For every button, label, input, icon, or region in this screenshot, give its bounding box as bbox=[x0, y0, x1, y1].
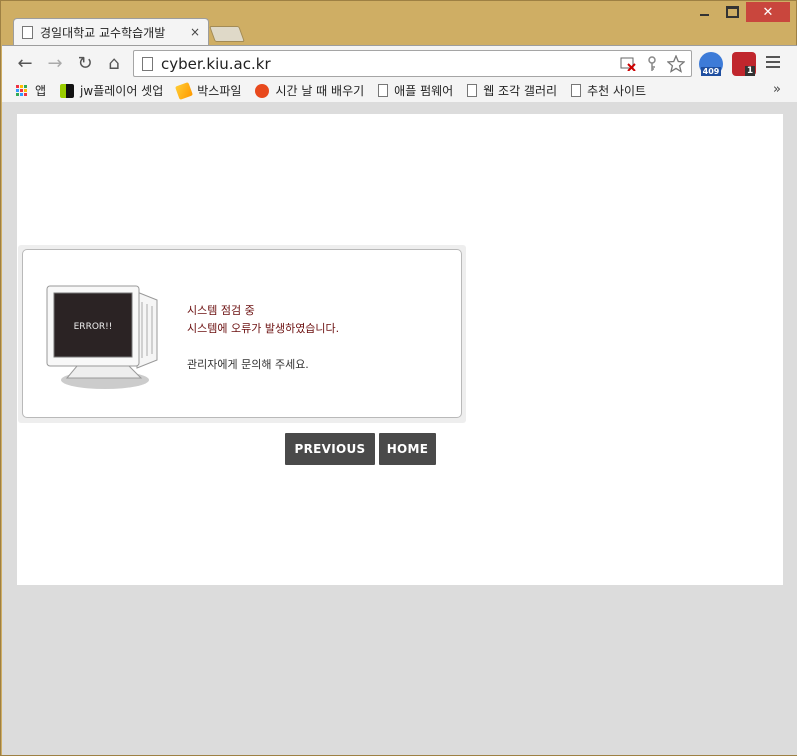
bookmarks-bar: 앱 jw플레이어 셋업 박스파일 시간 날 때 배우기 애플 펌웨어 웹 조각 … bbox=[2, 79, 797, 103]
key-icon[interactable] bbox=[643, 55, 661, 73]
address-bar[interactable]: cyber.kiu.ac.kr bbox=[133, 50, 692, 77]
window-controls: ✕ bbox=[690, 2, 790, 22]
previous-button[interactable]: PREVIOUS bbox=[285, 433, 375, 465]
page-icon bbox=[22, 25, 33, 39]
extension-badge: 409 bbox=[700, 67, 722, 76]
bookmark-item[interactable]: 웹 조각 갤러리 bbox=[467, 82, 557, 99]
browser-window: ✕ 경일대학교 교수학습개발 × ← → ↻ ⌂ cyber.kiu.ac.kr bbox=[0, 0, 797, 756]
blocked-popup-icon[interactable] bbox=[619, 55, 637, 73]
monitor-error-text: ERROR!! bbox=[74, 322, 113, 332]
reload-button[interactable]: ↻ bbox=[74, 52, 96, 74]
bookmark-label: 웹 조각 갤러리 bbox=[483, 84, 558, 98]
bookmark-label: 앱 bbox=[35, 84, 47, 98]
page-content: ERROR!! 시스템 점검 중 시스템에 오류가 발생하였습니다. 관리자에게… bbox=[17, 114, 783, 585]
page-viewport: ERROR!! 시스템 점검 중 시스템에 오류가 발생하였습니다. 관리자에게… bbox=[2, 103, 797, 755]
bookmark-label: 시간 날 때 배우기 bbox=[275, 84, 365, 98]
error-monitor-icon: ERROR!! bbox=[46, 285, 158, 389]
bookmark-item[interactable]: 시간 날 때 배우기 bbox=[255, 82, 364, 99]
forward-button[interactable]: → bbox=[44, 52, 66, 74]
bookmark-item[interactable]: 애플 펌웨어 bbox=[378, 82, 453, 99]
lastpass-icon[interactable]: 1 bbox=[732, 52, 756, 76]
extension-icon[interactable]: 409 bbox=[699, 52, 723, 76]
back-button[interactable]: ← bbox=[14, 52, 36, 74]
tab-close-icon[interactable]: × bbox=[190, 25, 200, 39]
page-icon bbox=[571, 84, 582, 97]
error-panel-inner: ERROR!! 시스템 점검 중 시스템에 오류가 발생하였습니다. 관리자에게… bbox=[22, 249, 462, 418]
home-link-button[interactable]: HOME bbox=[379, 433, 436, 465]
bookmark-label: 추천 사이트 bbox=[587, 84, 647, 98]
bookmark-item[interactable]: jw플레이어 셋업 bbox=[60, 82, 163, 99]
bookmark-item[interactable]: 추천 사이트 bbox=[571, 82, 646, 99]
close-window-button[interactable]: ✕ bbox=[746, 2, 790, 22]
boxfile-icon bbox=[175, 81, 194, 100]
page-icon bbox=[378, 84, 389, 97]
apps-grid-icon bbox=[16, 85, 27, 96]
url-text[interactable]: cyber.kiu.ac.kr bbox=[161, 55, 619, 73]
error-title: 시스템 점검 중 bbox=[187, 304, 255, 317]
bookmark-item[interactable]: 박스파일 bbox=[175, 81, 242, 100]
maximize-button[interactable] bbox=[718, 2, 746, 22]
contact-admin-text: 관리자에게 문의해 주세요. bbox=[187, 358, 309, 371]
minimize-button[interactable] bbox=[690, 2, 718, 22]
tab-title: 경일대학교 교수학습개발 bbox=[40, 25, 166, 40]
home-button[interactable]: ⌂ bbox=[103, 52, 125, 74]
new-tab-button[interactable] bbox=[209, 26, 245, 42]
bookmark-apps[interactable]: 앱 bbox=[16, 82, 46, 99]
error-panel: ERROR!! 시스템 점검 중 시스템에 오류가 발생하였습니다. 관리자에게… bbox=[18, 245, 466, 423]
learning-icon bbox=[255, 83, 270, 98]
page-icon bbox=[467, 84, 478, 97]
more-bookmarks-icon[interactable]: » bbox=[773, 82, 781, 97]
error-message: 시스템에 오류가 발생하였습니다. bbox=[187, 322, 340, 335]
jwplayer-icon bbox=[60, 83, 75, 98]
bookmark-label: 박스파일 bbox=[197, 84, 242, 98]
bookmark-label: 애플 펌웨어 bbox=[394, 84, 454, 98]
toolbar: ← → ↻ ⌂ cyber.kiu.ac.kr 409 1 bbox=[2, 45, 797, 79]
page-icon bbox=[142, 56, 153, 71]
bookmark-label: jw플레이어 셋업 bbox=[80, 84, 164, 98]
star-icon[interactable] bbox=[667, 54, 685, 73]
tab-active[interactable]: 경일대학교 교수학습개발 × bbox=[13, 18, 209, 45]
extension-badge: 1 bbox=[744, 66, 756, 76]
menu-icon[interactable] bbox=[766, 56, 780, 71]
